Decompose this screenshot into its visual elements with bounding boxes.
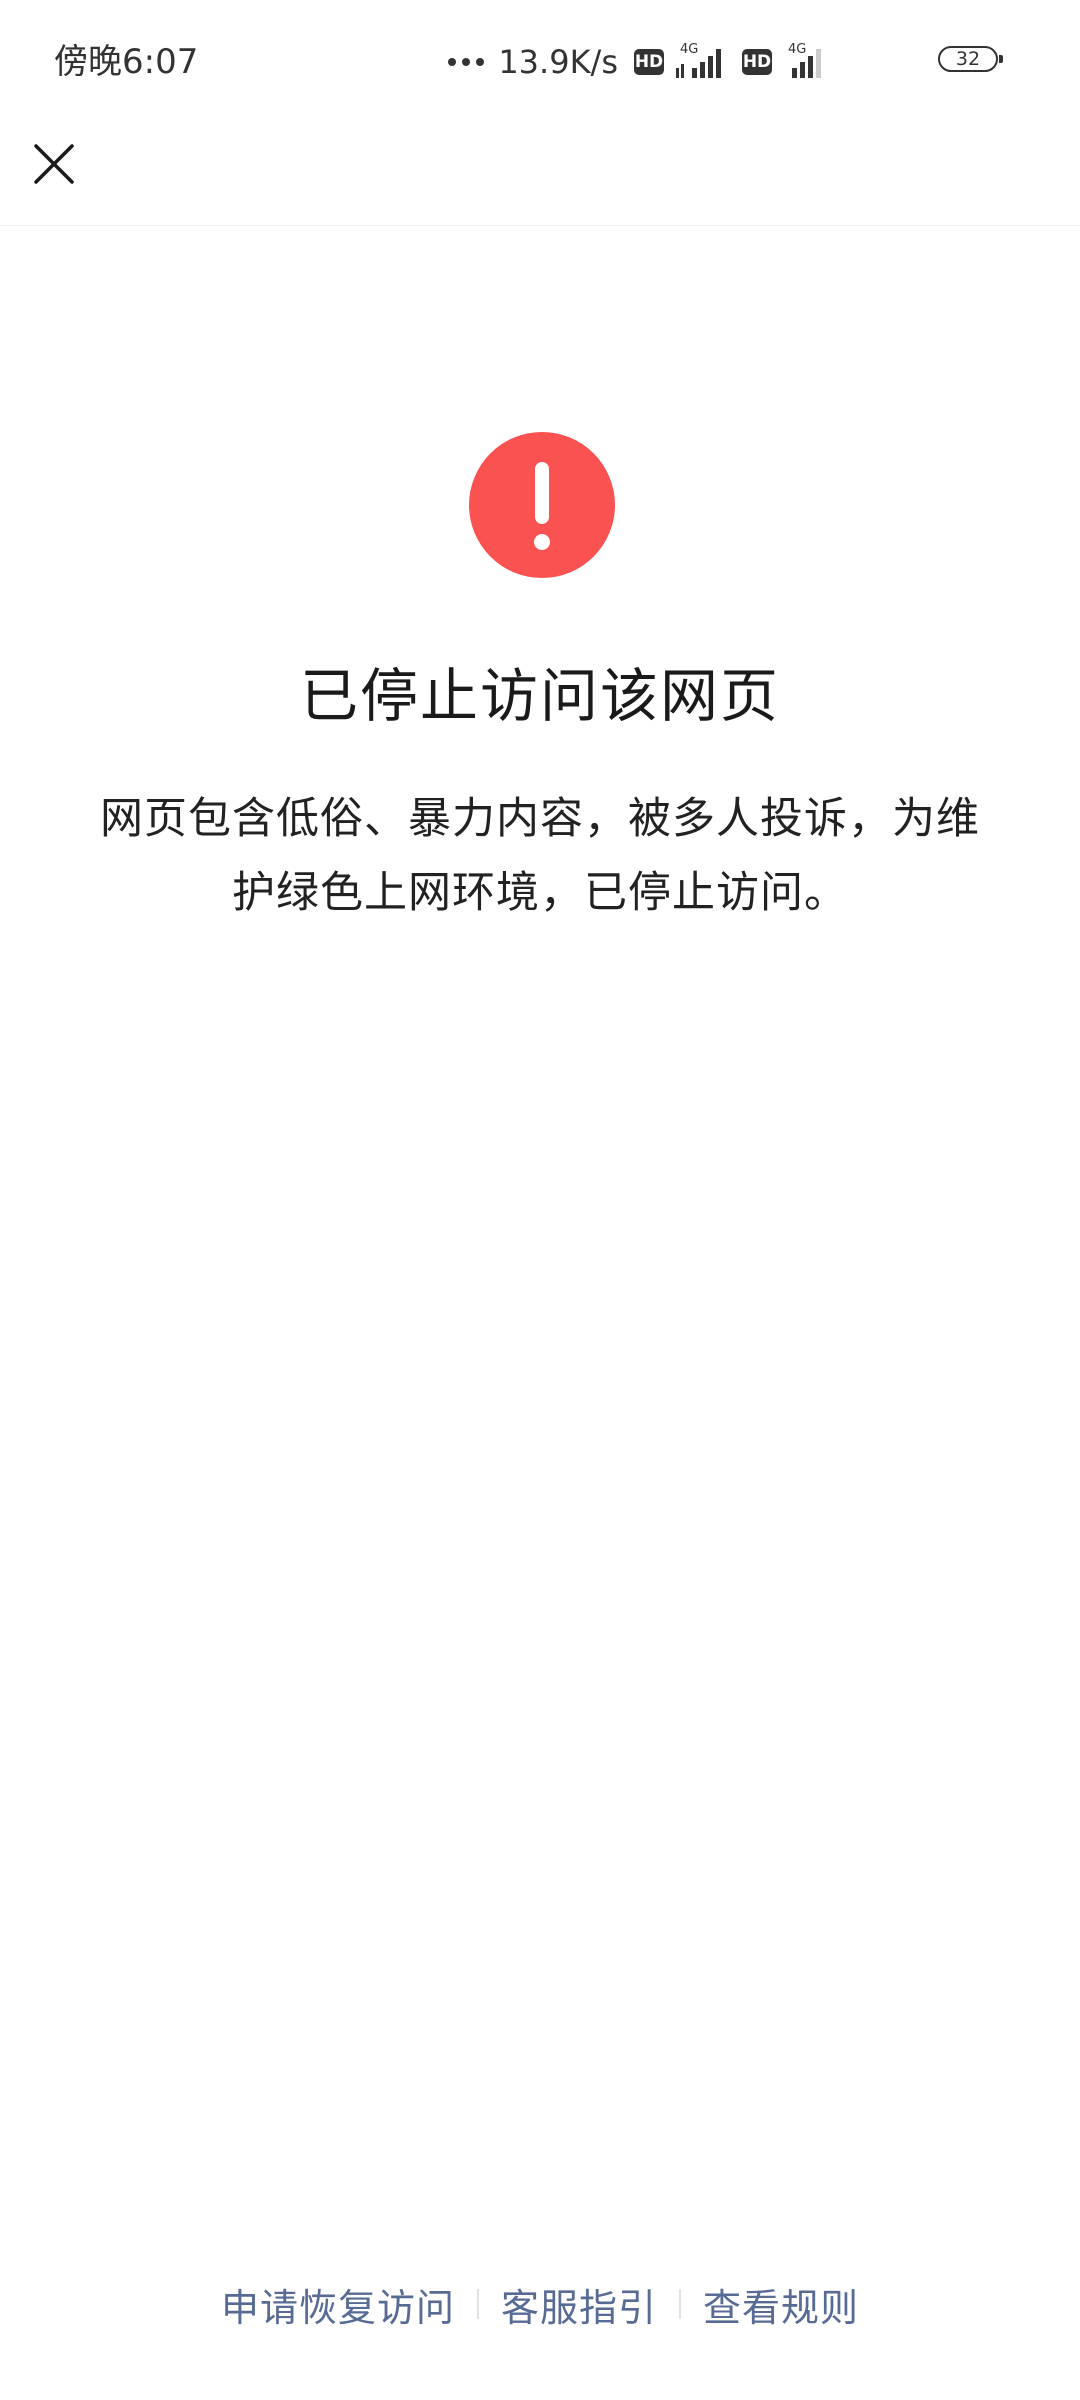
footer-links: 申请恢复访问 客服指引 查看规则 [0, 2274, 1080, 2334]
view-rules-link[interactable]: 查看规则 [703, 2277, 859, 2332]
page-title: 已停止访问该网页 [299, 662, 780, 730]
status-time: 傍晚6:07 [54, 42, 199, 82]
hd-icon-2: HD [742, 49, 772, 75]
appeal-link[interactable]: 申请恢复访问 [221, 2277, 455, 2332]
status-bar: 傍晚6:07 13.9K/s HD 4G HD 4G 32 [0, 0, 1080, 120]
warning-icon [469, 432, 615, 578]
nav-bar [0, 120, 1080, 226]
block-description: 网页包含低俗、暴力内容，被多人投诉，为维护绿色上网环境，已停止访问。 [100, 794, 980, 918]
footer-divider [679, 2289, 681, 2319]
status-indicators: 13.9K/s HD 4G HD 4G [448, 36, 840, 88]
footer-divider [476, 2289, 479, 2319]
close-button[interactable] [24, 134, 84, 194]
battery-icon: 32 [938, 46, 1003, 72]
blocked-page-screen: 傍晚6:07 13.9K/s HD 4G HD 4G 32 已停止访问该网页 网… [0, 0, 1080, 2400]
close-icon [34, 144, 74, 184]
signal-icon-2: 4G [782, 42, 840, 82]
signal-icon: 4G [674, 42, 732, 82]
hd-icon: HD [634, 49, 664, 75]
network-speed: 13.9K/s [498, 43, 618, 81]
customer-service-link[interactable]: 客服指引 [501, 2277, 657, 2332]
more-dots-icon [448, 58, 485, 66]
